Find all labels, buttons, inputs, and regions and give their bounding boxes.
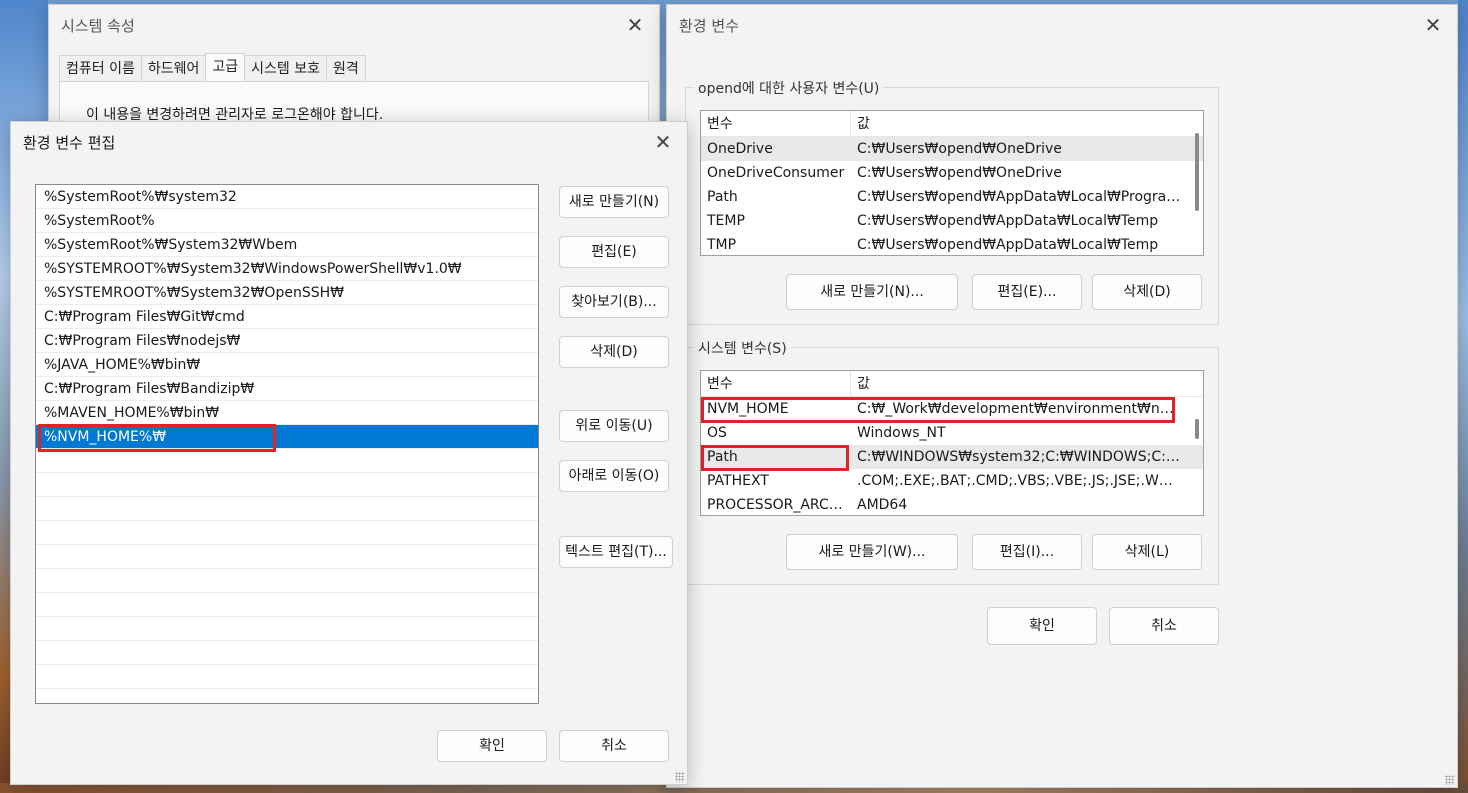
- scrollbar[interactable]: [1195, 133, 1199, 211]
- list-item-empty[interactable]: [36, 497, 538, 521]
- window-title: 환경 변수 편집: [23, 134, 116, 152]
- list-item[interactable]: %MAVEN_HOME%₩bin₩: [36, 401, 538, 425]
- edit-entry-button[interactable]: 편집(E): [559, 236, 669, 268]
- system-new-button[interactable]: 새로 만들기(W)...: [786, 534, 958, 570]
- list-item[interactable]: PATHEXT .COM;.EXE;.BAT;.CMD;.VBS;.VBE;.J…: [701, 469, 1203, 493]
- cancel-button[interactable]: 취소: [1109, 607, 1219, 645]
- list-item[interactable]: TMP C:₩Users₩opend₩AppData₩Local₩Temp: [701, 233, 1203, 255]
- list-item[interactable]: %SystemRoot%₩system32: [36, 185, 538, 209]
- list-item[interactable]: C:₩Program Files₩Bandizip₩: [36, 377, 538, 401]
- list-header: 변수 값: [701, 111, 1203, 137]
- list-item[interactable]: %SYSTEMROOT%₩System32₩OpenSSH₩: [36, 281, 538, 305]
- tab-bar: 컴퓨터 이름 하드웨어 고급 시스템 보호 원격: [59, 53, 366, 81]
- system-variables-list[interactable]: 변수 값 NVM_HOME C:₩_Work₩development₩envir…: [700, 370, 1204, 516]
- edit-environment-variable-window: 환경 변수 편집 ✕ %SystemRoot%₩system32 %System…: [10, 121, 688, 785]
- user-new-button[interactable]: 새로 만들기(N)...: [786, 274, 958, 310]
- list-item[interactable]: Path C:₩Users₩opend₩AppData₩Local₩Progra…: [701, 185, 1203, 209]
- user-variables-group: opend에 대한 사용자 변수(U) 변수 값 OneDrive C:₩Use…: [685, 78, 1219, 325]
- list-item[interactable]: OneDriveConsumer C:₩Users₩opend₩OneDrive: [701, 161, 1203, 185]
- list-item-selected[interactable]: %NVM_HOME%₩: [36, 425, 538, 449]
- list-item[interactable]: %JAVA_HOME%₩bin₩: [36, 353, 538, 377]
- cancel-button[interactable]: 취소: [559, 730, 669, 762]
- close-icon[interactable]: ✕: [651, 130, 675, 154]
- tab-hardware[interactable]: 하드웨어: [140, 55, 207, 81]
- tab-computer-name[interactable]: 컴퓨터 이름: [59, 55, 142, 81]
- list-item-empty[interactable]: [36, 665, 538, 689]
- list-item[interactable]: PROCESSOR_ARCH... AMD64: [701, 493, 1203, 515]
- list-item[interactable]: %SystemRoot%₩System32₩Wbem: [36, 233, 538, 257]
- user-variables-label: opend에 대한 사용자 변수(U): [694, 78, 884, 98]
- tab-remote[interactable]: 원격: [326, 55, 366, 81]
- move-up-button[interactable]: 위로 이동(U): [559, 410, 669, 442]
- resize-grip[interactable]: [1445, 775, 1455, 785]
- resize-grip[interactable]: [675, 772, 685, 782]
- user-edit-button[interactable]: 편집(E)...: [972, 274, 1082, 310]
- list-item[interactable]: TEMP C:₩Users₩opend₩AppData₩Local₩Temp: [701, 209, 1203, 233]
- list-item[interactable]: NVM_HOME C:₩_Work₩development₩environmen…: [701, 397, 1203, 421]
- window-title: 시스템 속성: [61, 17, 135, 35]
- column-header-variable[interactable]: 변수: [701, 111, 851, 136]
- tab-advanced[interactable]: 고급: [205, 53, 246, 81]
- edit-text-button[interactable]: 텍스트 편집(T)...: [559, 536, 673, 568]
- list-item-empty[interactable]: [36, 569, 538, 593]
- list-item-empty[interactable]: [36, 617, 538, 641]
- move-down-button[interactable]: 아래로 이동(O): [559, 460, 669, 492]
- system-edit-button[interactable]: 편집(I)...: [972, 534, 1082, 570]
- list-item[interactable]: %SystemRoot%: [36, 209, 538, 233]
- list-item[interactable]: %SYSTEMROOT%₩System32₩WindowsPowerShell₩…: [36, 257, 538, 281]
- list-item-empty[interactable]: [36, 545, 538, 569]
- system-variables-label: 시스템 변수(S): [694, 338, 791, 358]
- column-header-variable[interactable]: 변수: [701, 371, 851, 396]
- close-icon[interactable]: ✕: [1421, 13, 1445, 37]
- list-item-empty[interactable]: [36, 473, 538, 497]
- new-entry-button[interactable]: 새로 만들기(N): [559, 186, 669, 218]
- scrollbar[interactable]: [1195, 419, 1199, 439]
- list-item-empty[interactable]: [36, 449, 538, 473]
- ok-button[interactable]: 확인: [987, 607, 1097, 645]
- list-item[interactable]: C:₩Program Files₩Git₩cmd: [36, 305, 538, 329]
- column-header-value[interactable]: 값: [851, 111, 1181, 136]
- delete-entry-button[interactable]: 삭제(D): [559, 336, 669, 368]
- list-header: 변수 값: [701, 371, 1203, 397]
- user-delete-button[interactable]: 삭제(D): [1092, 274, 1202, 310]
- environment-variables-window: 환경 변수 ✕ opend에 대한 사용자 변수(U) 변수 값 OneDriv…: [666, 4, 1458, 788]
- list-item[interactable]: OneDrive C:₩Users₩opend₩OneDrive: [701, 137, 1203, 161]
- close-icon[interactable]: ✕: [623, 13, 647, 37]
- list-item[interactable]: OS Windows_NT: [701, 421, 1203, 445]
- list-item-empty[interactable]: [36, 593, 538, 617]
- ok-button[interactable]: 확인: [437, 730, 547, 762]
- system-variables-group: 시스템 변수(S) 변수 값 NVM_HOME C:₩_Work₩develop…: [685, 338, 1219, 585]
- list-item-empty[interactable]: [36, 641, 538, 665]
- system-delete-button[interactable]: 삭제(L): [1092, 534, 1202, 570]
- list-item-empty[interactable]: [36, 521, 538, 545]
- window-title: 환경 변수: [679, 17, 739, 35]
- desktop-wallpaper-right: [1458, 0, 1468, 793]
- list-item[interactable]: Path C:₩WINDOWS₩system32;C:₩WINDOWS;C:₩.…: [701, 445, 1203, 469]
- user-variables-list[interactable]: 변수 값 OneDrive C:₩Users₩opend₩OneDrive On…: [700, 110, 1204, 256]
- tab-system-protection[interactable]: 시스템 보호: [244, 55, 328, 81]
- path-entries-list[interactable]: %SystemRoot%₩system32 %SystemRoot% %Syst…: [35, 184, 539, 704]
- browse-button[interactable]: 찾아보기(B)...: [559, 286, 669, 318]
- list-item[interactable]: C:₩Program Files₩nodejs₩: [36, 329, 538, 353]
- column-header-value[interactable]: 값: [851, 371, 1181, 396]
